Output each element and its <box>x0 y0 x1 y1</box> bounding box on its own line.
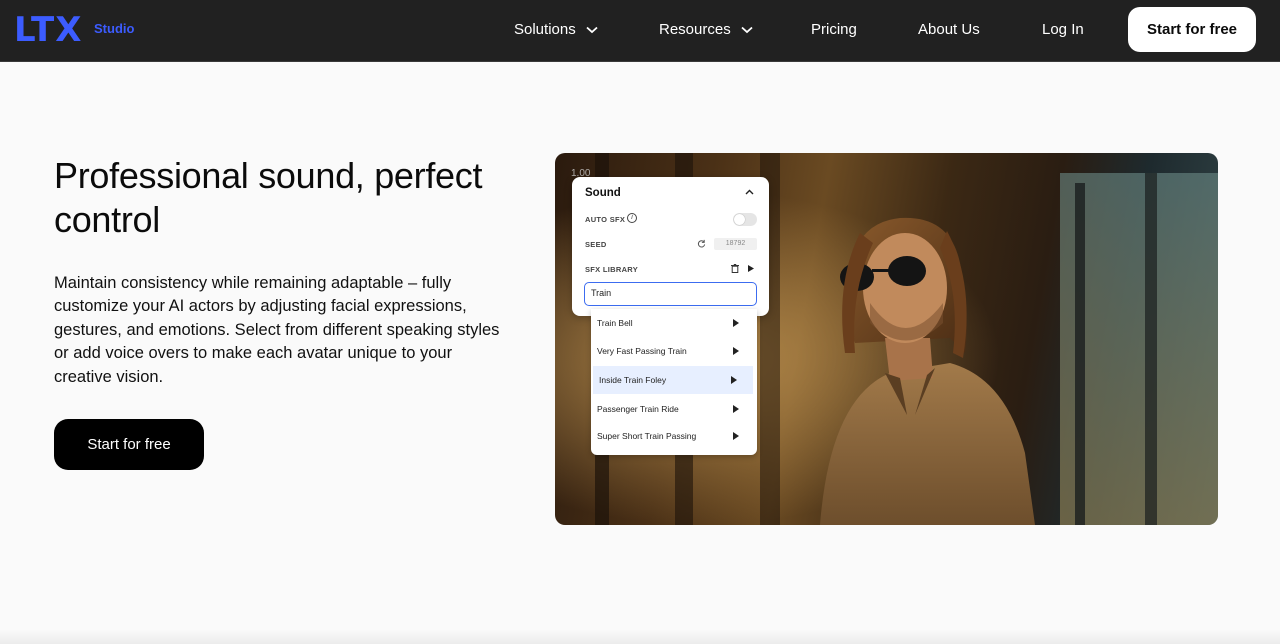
nav-start-for-free-button[interactable]: Start for free <box>1128 7 1256 52</box>
trash-icon[interactable] <box>731 264 739 273</box>
play-icon[interactable] <box>748 265 754 272</box>
sfx-result-label: Train Bell <box>597 318 633 328</box>
sfx-result-item[interactable]: Train Bell <box>591 309 757 337</box>
sfx-result-label: Passenger Train Ride <box>597 404 679 414</box>
nav-resources[interactable]: Resources <box>659 19 753 41</box>
chevron-down-icon <box>586 26 598 34</box>
sound-panel-title: Sound <box>585 187 621 199</box>
play-icon[interactable] <box>731 376 737 384</box>
sfx-result-label: Very Fast Passing Train <box>597 346 687 356</box>
chevron-down-icon <box>741 26 753 34</box>
sfx-result-item[interactable]: Passenger Train Ride <box>591 395 757 423</box>
sfx-search-input[interactable]: Train <box>584 282 757 306</box>
hero-description: Maintain consistency while remaining ada… <box>54 274 500 386</box>
sfx-result-label: Super Short Train Passing <box>597 431 697 441</box>
seed-input[interactable]: 18792 <box>714 238 757 250</box>
sfx-result-item[interactable]: Very Fast Passing Train <box>591 337 757 365</box>
nav-pricing[interactable]: Pricing <box>811 19 857 41</box>
section-divider <box>0 630 1280 644</box>
sfx-result-item[interactable]: Super Short Train Passing <box>591 422 757 450</box>
play-icon[interactable] <box>733 432 739 440</box>
play-icon[interactable] <box>733 319 739 327</box>
nav-about-us[interactable]: About Us <box>918 19 980 41</box>
auto-sfx-toggle[interactable] <box>733 213 757 226</box>
logo-mark: LTX <box>14 10 83 50</box>
sfx-results-dropdown: Train Bell Very Fast Passing Train Insid… <box>591 309 757 455</box>
start-for-free-button[interactable]: Start for free <box>54 419 204 470</box>
top-nav: LTX Studio Solutions Resources Pricing A… <box>0 0 1280 62</box>
logo-subtitle: Studio <box>94 21 135 36</box>
sfx-library-label: SFX LIBRARY <box>585 265 639 274</box>
nav-solutions-label: Solutions <box>514 21 576 38</box>
sfx-result-item-active[interactable]: Inside Train Foley <box>593 366 753 394</box>
auto-sfx-label: AUTO SFX <box>585 215 626 224</box>
sound-panel: Sound AUTO SFX i SEED 18792 SFX LIBRARY … <box>572 177 769 316</box>
play-icon[interactable] <box>733 405 739 413</box>
chevron-up-icon[interactable] <box>745 189 754 195</box>
nav-resources-label: Resources <box>659 21 731 38</box>
nav-log-in[interactable]: Log In <box>1042 19 1084 41</box>
nav-solutions[interactable]: Solutions <box>514 19 598 41</box>
seed-label: SEED <box>585 240 607 249</box>
info-icon[interactable]: i <box>627 213 637 223</box>
ltx-studio-logo[interactable]: LTX Studio <box>14 13 144 47</box>
play-icon[interactable] <box>733 347 739 355</box>
page-headline: Professional sound, perfect control <box>54 155 483 240</box>
refresh-icon[interactable] <box>697 239 706 248</box>
sfx-result-label: Inside Train Foley <box>599 375 667 385</box>
